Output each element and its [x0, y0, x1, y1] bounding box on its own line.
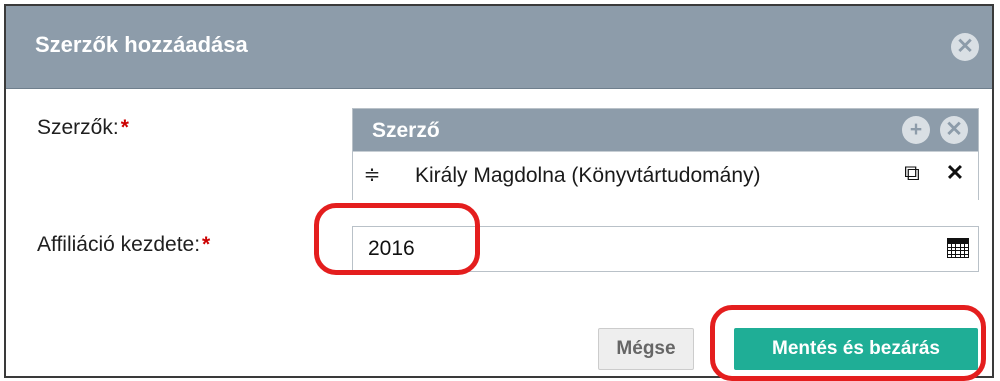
delete-icon[interactable]: ✕	[943, 161, 967, 185]
save-and-close-button[interactable]: Mentés és bezárás	[734, 328, 978, 370]
add-authors-dialog: Szerzők hozzáadása ✕ Szerzők:* Szerző + …	[4, 4, 994, 378]
cancel-button[interactable]: Mégse	[598, 328, 694, 370]
affiliation-start-input[interactable]: 2016	[352, 226, 979, 272]
author-name: Király Magdolna (Könyvtártudomány)	[415, 164, 761, 187]
plus-circle-icon[interactable]: +	[902, 116, 930, 144]
authors-column-header: Szerző	[372, 119, 440, 142]
affiliation-start-label: Affiliáció kezdete:*	[37, 233, 210, 257]
affiliation-start-value: 2016	[368, 237, 415, 260]
authors-table-header: Szerző + ✕	[353, 109, 978, 151]
affiliation-start-label-text: Affiliáció kezdete:	[37, 233, 201, 256]
drag-handle-icon[interactable]: ≑	[361, 162, 383, 188]
open-in-new-icon[interactable]: ⧉	[899, 160, 925, 186]
authors-table: Szerző + ✕ ≑ Király Magdolna (Könyvtártu…	[352, 108, 979, 200]
required-marker: *	[120, 116, 129, 139]
authors-label-text: Szerzők:	[37, 116, 119, 139]
dialog-title: Szerzők hozzáadása	[35, 32, 248, 57]
close-icon[interactable]: ✕	[951, 33, 979, 61]
remove-circle-icon[interactable]: ✕	[940, 116, 968, 144]
authors-label: Szerzők:*	[37, 116, 129, 140]
table-row: ≑ Király Magdolna (Könyvtártudomány) ⧉ ✕	[353, 151, 978, 200]
calendar-icon[interactable]	[947, 238, 969, 258]
dialog-titlebar: Szerzők hozzáadása ✕	[6, 6, 992, 89]
required-marker: *	[202, 233, 211, 256]
